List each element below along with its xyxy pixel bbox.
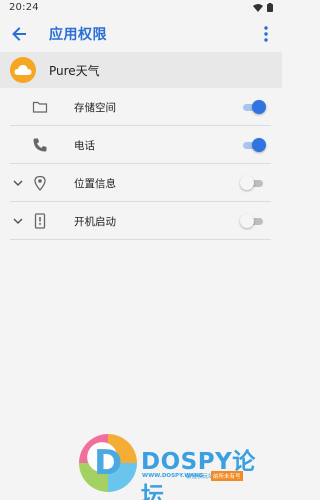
watermark-subtitle: 最懂模玩坛 bbox=[186, 474, 214, 480]
folder-icon bbox=[32, 101, 48, 113]
storage-toggle[interactable] bbox=[241, 100, 266, 114]
location-icon bbox=[34, 175, 46, 191]
location-toggle[interactable] bbox=[240, 176, 265, 190]
dospy-logo: D bbox=[79, 434, 137, 492]
status-bar: 20:24 bbox=[0, 0, 282, 16]
watermark-tag: 前所未有号 bbox=[211, 471, 243, 481]
system-icons bbox=[253, 3, 273, 12]
permission-row-location[interactable]: 位置信息 bbox=[10, 164, 271, 202]
phone-toggle[interactable] bbox=[241, 138, 266, 152]
permission-row-boot-start[interactable]: 开机启动 bbox=[10, 202, 271, 240]
app-icon bbox=[10, 57, 36, 83]
app-bar: 应用权限 bbox=[0, 16, 282, 52]
permission-row-storage[interactable]: 存储空间 bbox=[10, 88, 271, 126]
more-options-icon[interactable] bbox=[258, 25, 274, 43]
cloud-icon bbox=[14, 65, 32, 75]
chevron-down-icon[interactable] bbox=[12, 215, 24, 227]
dospy-watermark: D DOSPY论坛 WWW.DOSPY.WANG 最懂模玩坛 前所未有号 bbox=[79, 434, 279, 500]
page-title: 应用权限 bbox=[49, 27, 107, 43]
boot-start-toggle[interactable] bbox=[240, 214, 265, 228]
permission-label: 开机启动 bbox=[74, 216, 116, 228]
wifi-icon bbox=[253, 3, 263, 12]
power-boot-icon bbox=[34, 213, 46, 229]
battery-icon bbox=[267, 3, 273, 12]
back-arrow-icon[interactable] bbox=[9, 24, 29, 44]
watermark-title: DOSPY论坛 bbox=[141, 449, 256, 500]
permission-label: 位置信息 bbox=[74, 178, 116, 190]
toggle-thumb bbox=[240, 214, 254, 228]
app-name: Pure天气 bbox=[49, 64, 100, 78]
app-header: Pure天气 bbox=[0, 52, 282, 88]
permission-label: 电话 bbox=[74, 140, 95, 152]
dospy-logo-letter: D bbox=[94, 443, 123, 483]
status-time: 20:24 bbox=[9, 2, 39, 13]
toggle-thumb bbox=[240, 176, 254, 190]
toggle-thumb bbox=[252, 100, 266, 114]
permission-label: 存储空间 bbox=[74, 102, 116, 114]
chevron-down-icon[interactable] bbox=[12, 177, 24, 189]
phone-icon bbox=[33, 138, 47, 152]
permission-row-phone[interactable]: 电话 bbox=[10, 126, 271, 164]
toggle-thumb bbox=[252, 138, 266, 152]
